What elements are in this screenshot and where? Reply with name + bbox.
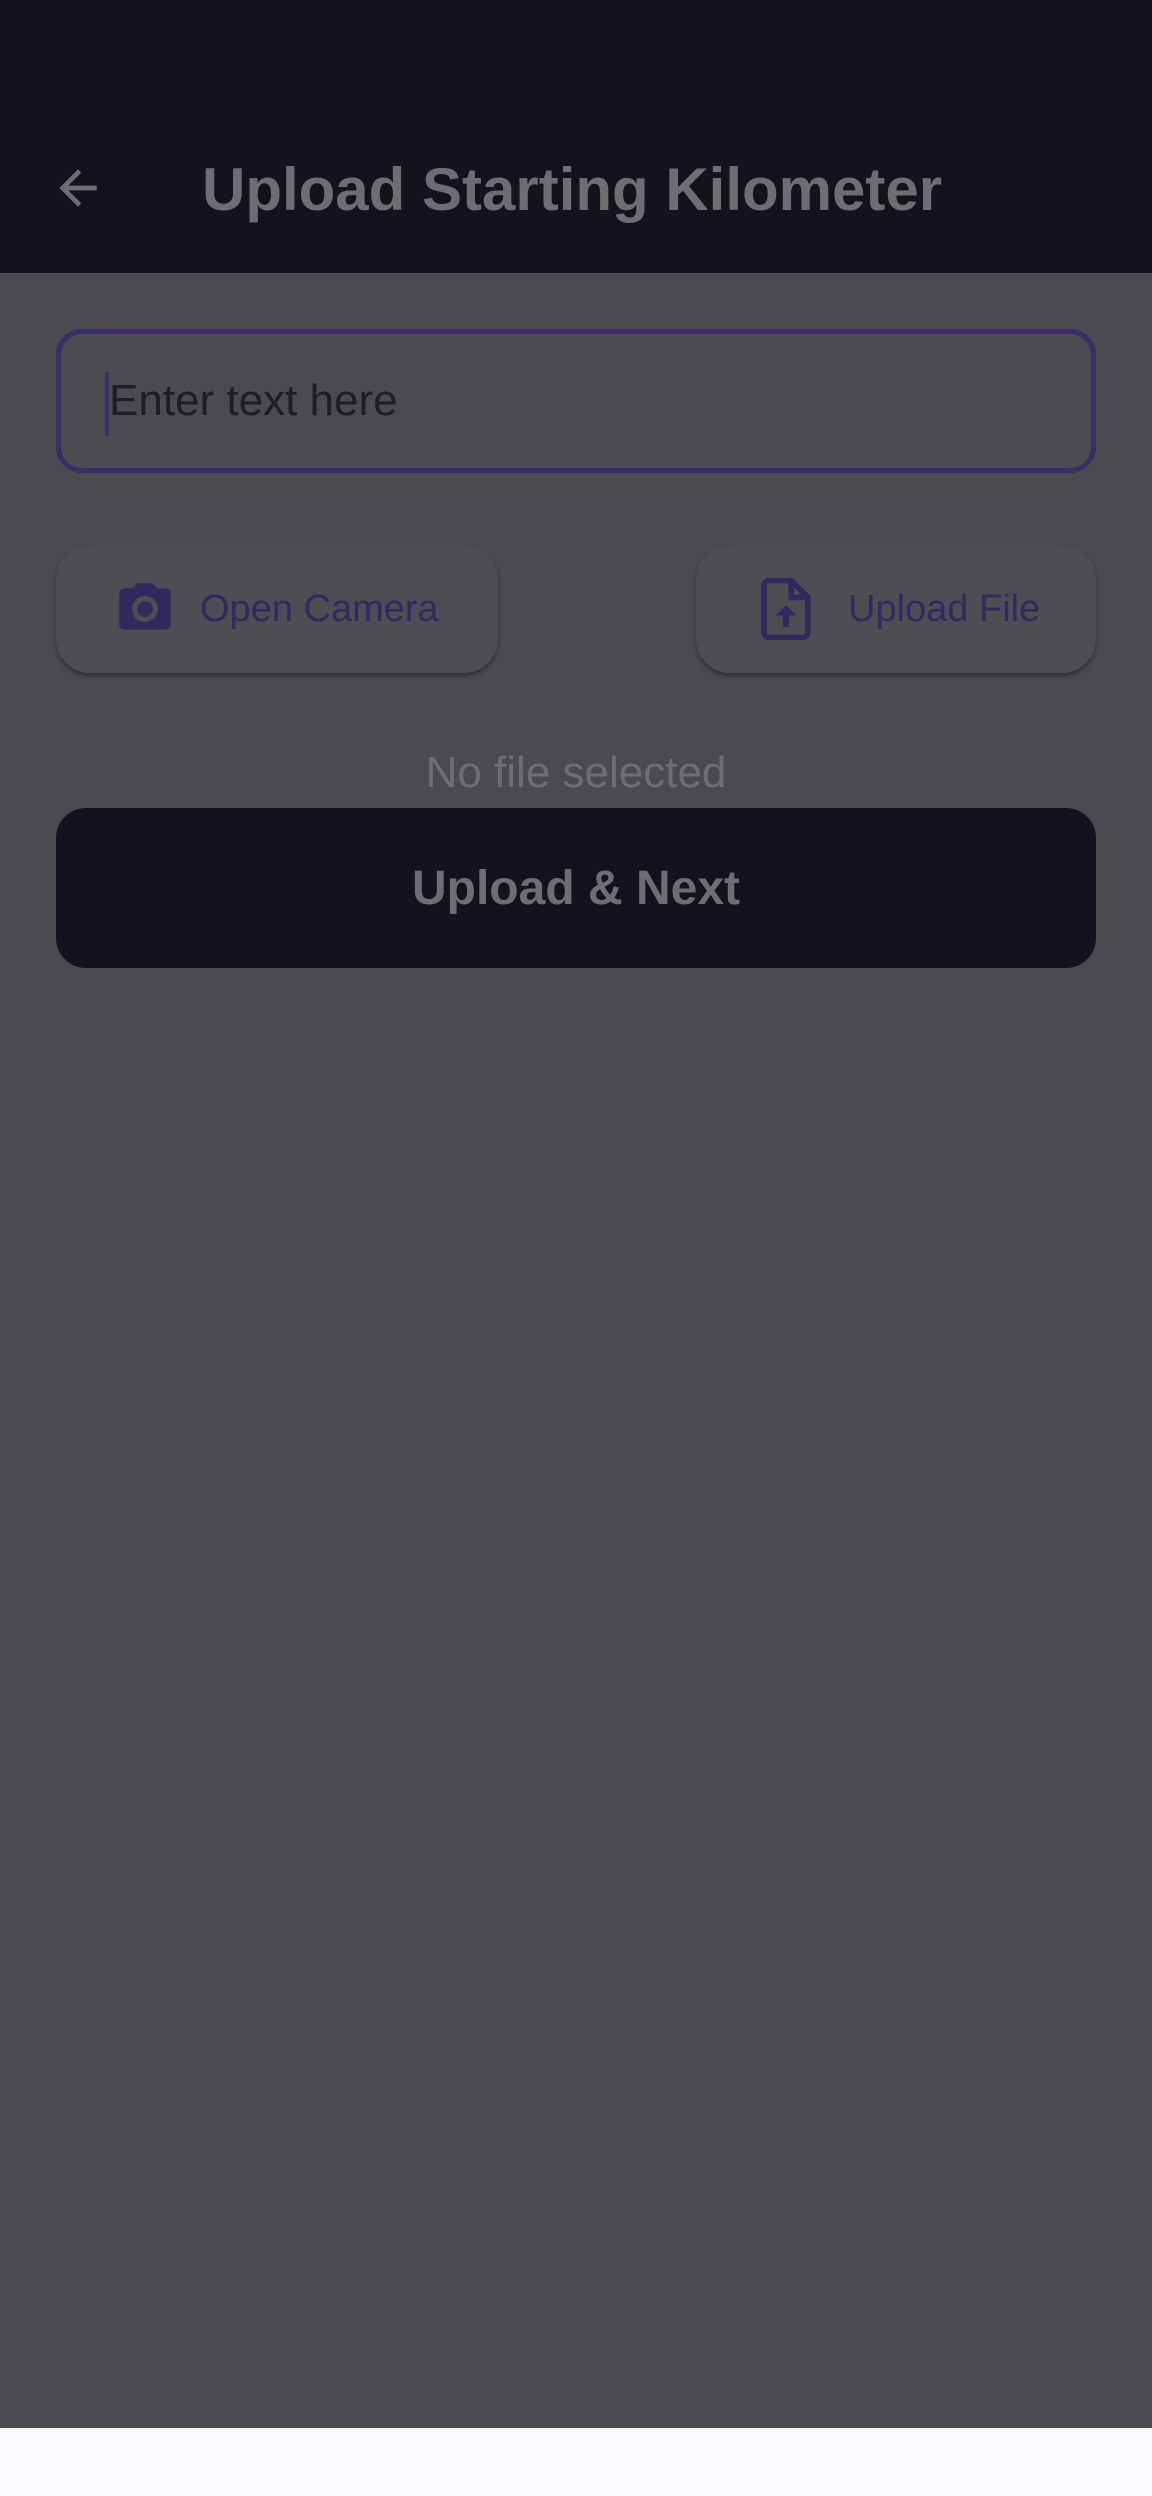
- page-title: Upload Starting Kilometer: [202, 156, 943, 223]
- file-status-text: No file selected: [425, 748, 727, 797]
- text-field-placeholder: Enter text here: [109, 376, 398, 425]
- app-bar: Upload Starting Kilometer: [0, 0, 1152, 273]
- upload-next-label: Upload & Next: [411, 861, 741, 915]
- kilometer-text-field[interactable]: Enter text here: [56, 329, 1096, 473]
- upload-file-button[interactable]: Upload File: [696, 545, 1096, 673]
- upload-next-button[interactable]: Upload & Next: [56, 808, 1096, 968]
- camera-icon: [114, 578, 176, 640]
- file-upload-icon: [758, 578, 814, 640]
- text-cursor: [105, 372, 109, 436]
- open-camera-button[interactable]: Open Camera: [56, 545, 498, 673]
- upload-file-label: Upload File: [848, 587, 1041, 630]
- screen: Upload Starting Kilometer Enter text her…: [0, 0, 1152, 2496]
- navigation-bar-area: [0, 2428, 1152, 2496]
- content-area: Enter text here Open Camera Upload File: [0, 273, 1152, 2428]
- back-button[interactable]: [40, 150, 116, 226]
- arrow-left-icon: [59, 169, 97, 207]
- open-camera-label: Open Camera: [200, 587, 439, 630]
